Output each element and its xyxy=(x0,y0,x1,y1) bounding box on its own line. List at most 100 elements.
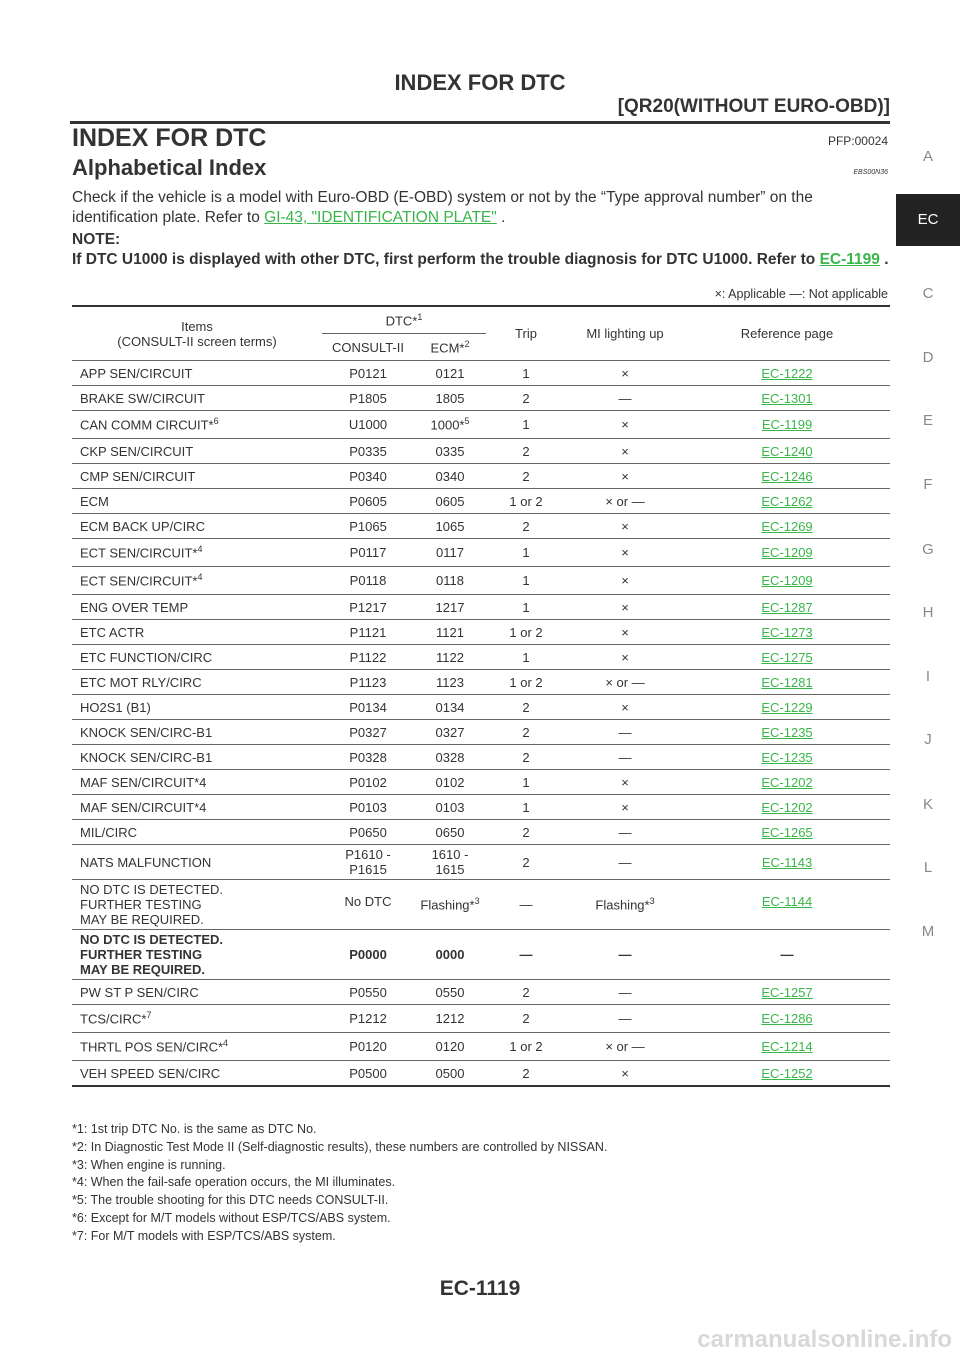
trip-value: 1 xyxy=(486,644,566,670)
section-tabs: A EC C D E F G H I J K L M xyxy=(896,0,960,1358)
section-tab-j[interactable]: J xyxy=(896,731,960,748)
consult-code: P1122 xyxy=(322,644,414,670)
mi-value: × xyxy=(566,538,684,567)
section-tab-h[interactable]: H xyxy=(896,604,960,621)
section-tab-g[interactable]: G xyxy=(896,541,960,558)
table-row: CAN COMM CIRCUIT*6 U1000 1000*5 1 × EC-1199 xyxy=(72,410,890,439)
ecm-code: 0335 xyxy=(414,438,486,464)
section-tab-k[interactable]: K xyxy=(896,796,960,813)
ecm-code: 1065 xyxy=(414,513,486,539)
ref-link[interactable]: EC-1235 xyxy=(761,750,812,765)
section-tab-l[interactable]: L xyxy=(896,859,960,876)
table-header-row: Items (CONSULT-II screen terms) DTC*1 Tri… xyxy=(72,305,890,361)
ref-link[interactable]: EC-1252 xyxy=(761,1066,812,1081)
item-name: THRTL POS SEN/CIRC*4 xyxy=(72,1032,322,1061)
intro-paragraph: Check if the vehicle is a model with Eur… xyxy=(72,188,890,228)
trip-value: 2 xyxy=(486,463,566,489)
item-name: ECM xyxy=(72,488,322,514)
section-tab-ec[interactable]: EC xyxy=(896,194,960,246)
section-title: INDEX FOR DTC xyxy=(72,124,267,152)
ecm-code: 0120 xyxy=(414,1032,486,1061)
note-text: If DTC U1000 is displayed with other DTC… xyxy=(72,251,820,268)
ecm-code: 0550 xyxy=(414,979,486,1005)
ref-link[interactable]: EC-1281 xyxy=(761,675,812,690)
ecm-code: 0650 xyxy=(414,819,486,845)
section-tab-d[interactable]: D xyxy=(896,349,960,366)
consult-code: U1000 xyxy=(322,410,414,439)
consult-code: P0650 xyxy=(322,819,414,845)
ref-link[interactable]: EC-1246 xyxy=(761,469,812,484)
mi-value: × xyxy=(566,410,684,439)
ecm-code: 1122 xyxy=(414,644,486,670)
item-name: TCS/CIRC*7 xyxy=(72,1004,322,1033)
ref-link[interactable]: EC-1273 xyxy=(761,625,812,640)
table-row: ETC MOT RLY/CIRC P1123 1123 1 or 2 × or — EC-… xyxy=(72,669,890,695)
ref-link[interactable]: EC-1265 xyxy=(761,825,812,840)
section-tab-c[interactable]: C xyxy=(896,285,960,302)
footnote: *1: 1st trip DTC No. is the same as DTC … xyxy=(72,1122,317,1136)
section-tab-m[interactable]: M xyxy=(896,923,960,940)
table-row: HO2S1 (B1) P0134 0134 2 × EC-1229 xyxy=(72,694,890,720)
ref-link[interactable]: EC-1262 xyxy=(761,494,812,509)
section-tab-i[interactable]: I xyxy=(896,668,960,685)
mi-value: × xyxy=(566,619,684,645)
ref-link[interactable]: EC-1229 xyxy=(761,700,812,715)
item-name: ETC MOT RLY/CIRC xyxy=(72,669,322,695)
consult-code: P0102 xyxy=(322,769,414,795)
header-mi: MI lighting up xyxy=(566,305,684,361)
header-subtitle: [QR20(WITHOUT EURO-OBD)] xyxy=(617,96,890,117)
consult-code: P0118 xyxy=(322,566,414,595)
consult-code: P1123 xyxy=(322,669,414,695)
consult-code: P0500 xyxy=(322,1060,414,1087)
consult-code: P1805 xyxy=(322,385,414,411)
mi-value: × or — xyxy=(566,488,684,514)
ref-link[interactable]: EC-1286 xyxy=(761,1011,812,1026)
ref-link[interactable]: EC-1269 xyxy=(761,519,812,534)
section-tab-f[interactable]: F xyxy=(896,476,960,493)
ref-link[interactable]: EC-1240 xyxy=(761,444,812,459)
ref-link[interactable]: EC-1202 xyxy=(761,775,812,790)
table-row: NO DTC IS DETECTED. FURTHER TESTING MAY BE… xyxy=(72,929,890,980)
ref-link[interactable]: EC-1199 xyxy=(762,417,812,432)
ecm-code: 1000*5 xyxy=(414,410,486,439)
ref-link[interactable]: EC-1257 xyxy=(761,985,812,1000)
table-row: PW ST P SEN/CIRC P0550 0550 2— EC-1257 xyxy=(72,979,890,1005)
mi-value: × xyxy=(566,794,684,820)
note-body: If DTC U1000 is displayed with other DTC… xyxy=(72,250,890,270)
section-tab-e[interactable]: E xyxy=(896,412,960,429)
section-tab-a[interactable]: A xyxy=(896,148,960,165)
table-row: ETC ACTR P1121 1121 1 or 2 × EC-1273 xyxy=(72,619,890,645)
ecm-code: 0134 xyxy=(414,694,486,720)
ref-link[interactable]: EC-1301 xyxy=(761,391,812,406)
ref-link[interactable]: EC-1287 xyxy=(761,600,812,615)
mi-value: × xyxy=(566,594,684,620)
item-name: PW ST P SEN/CIRC xyxy=(72,979,322,1005)
table-row: KNOCK SEN/CIRC-B1 P0328 0328 2— EC-1235 xyxy=(72,744,890,770)
consult-code: P0134 xyxy=(322,694,414,720)
table-row: ECT SEN/CIRCUIT*4 P0118 0118 1 × EC-1209 xyxy=(72,566,890,595)
ref-link[interactable]: EC-1209 xyxy=(761,545,812,560)
trip-value: 2 xyxy=(486,744,566,770)
trip-value: 1 xyxy=(486,538,566,567)
ec-1199-link[interactable]: EC-1199 xyxy=(820,251,880,268)
footnote: *7: For M/T models with ESP/TCS/ABS syst… xyxy=(72,1228,336,1243)
ref-link[interactable]: EC-1202 xyxy=(761,800,812,815)
consult-code: P0550 xyxy=(322,979,414,1005)
ref-link[interactable]: EC-1222 xyxy=(761,366,812,381)
mi-value: × xyxy=(566,644,684,670)
ref-link[interactable]: EC-1144 xyxy=(762,894,812,909)
table-row: THRTL POS SEN/CIRC*4 P0120 0120 1 or 2 × or … xyxy=(72,1032,890,1061)
trip-value: 2 xyxy=(486,1004,566,1033)
ref-link[interactable]: EC-1143 xyxy=(762,855,812,870)
ecm-code: 0121 xyxy=(414,360,486,386)
ecm-code: 1123 xyxy=(414,669,486,695)
identification-plate-link[interactable]: GI-43, "IDENTIFICATION PLATE" xyxy=(264,209,497,226)
ref-link[interactable]: EC-1209 xyxy=(761,573,812,588)
ref-link[interactable]: EC-1275 xyxy=(761,650,812,665)
mi-value: × xyxy=(566,1060,684,1087)
ref-link[interactable]: EC-1235 xyxy=(761,725,812,740)
intro-text-end: . xyxy=(496,209,506,226)
consult-code: P0121 xyxy=(322,360,414,386)
trip-value: 1 or 2 xyxy=(486,619,566,645)
ref-link[interactable]: EC-1214 xyxy=(761,1039,812,1054)
